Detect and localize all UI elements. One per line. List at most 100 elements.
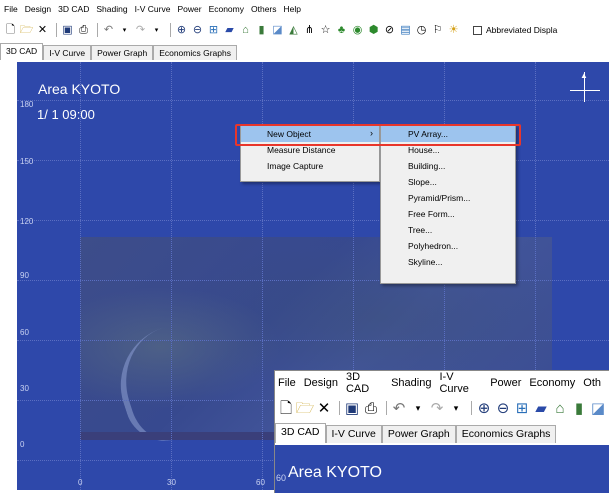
menu-shading[interactable]: Shading — [96, 4, 127, 14]
submenu-item-tree[interactable]: Tree... — [381, 222, 515, 238]
pv-array-icon[interactable]: ▰ — [533, 399, 549, 417]
clock-icon[interactable]: ◷ — [415, 23, 428, 37]
inset-menu-power[interactable]: Power — [490, 377, 521, 389]
save-icon[interactable]: ▣ — [344, 399, 360, 417]
new-object-submenu: PV Array... House... Building... Slope..… — [380, 125, 516, 284]
inset-toolbar: 🗋 🗁 ✕ ▣ ⎙ ↶ ▾ ↷ ▾ ⊕ ⊖ ⊞ ▰ ⌂ ▮ ◪ — [275, 395, 609, 421]
menu-bar: File Design 3D CAD Shading I-V Curve Pow… — [0, 0, 609, 18]
inset-menu-file[interactable]: File — [278, 377, 296, 389]
toolbar-separator — [97, 23, 98, 37]
shading-tool-icon[interactable]: ⚐ — [431, 23, 444, 37]
checkbox-box[interactable] — [473, 25, 482, 35]
tree-icon[interactable]: ♣ — [335, 23, 348, 37]
open-folder-icon[interactable]: 🗁 — [296, 399, 315, 417]
fit-view-icon[interactable]: ⊞ — [207, 23, 220, 37]
inset-menu-others[interactable]: Oth — [583, 377, 601, 389]
main-tabs: 3D CAD I-V Curve Power Graph Economics G… — [0, 43, 237, 60]
polyhedron-icon[interactable]: ⬢ — [367, 23, 380, 37]
zoom-in-icon[interactable]: ⊕ — [175, 23, 188, 37]
open-folder-icon[interactable]: 🗁 — [20, 23, 34, 37]
house-icon[interactable]: ⌂ — [552, 399, 568, 417]
submenu-item-building[interactable]: Building... — [381, 158, 515, 174]
north-compass-icon: ▲ — [570, 71, 600, 102]
submenu-item-slope[interactable]: Slope... — [381, 174, 515, 190]
dropdown-icon[interactable]: ▾ — [410, 399, 426, 417]
zoom-out-icon[interactable]: ⊖ — [495, 399, 511, 417]
dropdown-icon[interactable]: ▾ — [150, 23, 163, 37]
menu-design[interactable]: Design — [25, 4, 51, 14]
submenu-item-free-form[interactable]: Free Form... — [381, 206, 515, 222]
toolbar-separator — [386, 401, 387, 415]
fit-view-icon[interactable]: ⊞ — [514, 399, 530, 417]
menu-others[interactable]: Others — [251, 4, 277, 14]
inset-tabs: 3D CAD I-V Curve Power Graph Economics G… — [275, 423, 609, 443]
submenu-item-skyline[interactable]: Skyline... — [381, 254, 515, 270]
inset-menu-economy[interactable]: Economy — [529, 377, 575, 389]
undo-icon[interactable]: ↶ — [391, 399, 407, 417]
pv-array-icon[interactable]: ▰ — [223, 23, 236, 37]
inset-tab-iv-curve[interactable]: I-V Curve — [325, 425, 382, 443]
menu-power[interactable]: Power — [177, 4, 201, 14]
inset-tab-3d-cad[interactable]: 3D CAD — [275, 423, 326, 443]
menu-file[interactable]: File — [4, 4, 18, 14]
date-time-label: 1/ 1 09:00 — [37, 107, 95, 122]
y-tick-label: 30 — [20, 384, 29, 393]
inset-menu-iv-curve[interactable]: I-V Curve — [439, 371, 482, 395]
inset-menu-3d-cad[interactable]: 3D CAD — [346, 371, 383, 395]
y-tick-label: 0 — [20, 440, 25, 449]
tab-power-graph[interactable]: Power Graph — [91, 45, 154, 60]
abbreviated-display-label: Abbreviated Displa — [486, 25, 558, 35]
slope-icon[interactable]: ◪ — [271, 23, 284, 37]
inset-y-tick-label: 60 — [276, 473, 287, 483]
free-form-icon[interactable]: ⋔ — [303, 23, 316, 37]
redo-icon[interactable]: ↷ — [134, 23, 147, 37]
inset-menu-shading[interactable]: Shading — [391, 377, 431, 389]
inset-tab-economics-graphs[interactable]: Economics Graphs — [455, 425, 557, 443]
y-tick-label: 120 — [20, 217, 34, 226]
dropdown-icon[interactable]: ▾ — [118, 23, 131, 37]
star-icon[interactable]: ☆ — [319, 23, 332, 37]
print-icon[interactable]: ⎙ — [77, 23, 90, 37]
x-tick-label: 60 — [256, 478, 265, 487]
toolbar-separator — [471, 401, 472, 415]
tab-iv-curve[interactable]: I-V Curve — [43, 45, 92, 60]
sphere-icon[interactable]: ◉ — [351, 23, 364, 37]
close-icon[interactable]: ✕ — [36, 23, 49, 37]
x-tick-label: 30 — [167, 478, 176, 487]
save-icon[interactable]: ▣ — [61, 23, 74, 37]
inset-menu-design[interactable]: Design — [304, 377, 338, 389]
dropdown-icon[interactable]: ▾ — [448, 399, 464, 417]
menu-item-image-capture[interactable]: Image Capture — [241, 158, 379, 174]
grid-line — [171, 62, 172, 490]
new-file-icon[interactable]: 🗋 — [4, 23, 17, 37]
submenu-item-pyramid-prism[interactable]: Pyramid/Prism... — [381, 190, 515, 206]
close-icon[interactable]: ✕ — [316, 399, 332, 417]
menu-help[interactable]: Help — [284, 4, 301, 14]
pyramid-icon[interactable]: ◭ — [287, 23, 300, 37]
menu-3d-cad[interactable]: 3D CAD — [58, 4, 89, 14]
zoom-out-icon[interactable]: ⊖ — [191, 23, 204, 37]
slope-icon[interactable]: ◪ — [590, 399, 606, 417]
submenu-item-polyhedron[interactable]: Polyhedron... — [381, 238, 515, 254]
new-file-icon[interactable]: 🗋 — [278, 399, 294, 417]
building-icon[interactable]: ▮ — [255, 23, 268, 37]
sun-path-icon[interactable]: ☀ — [447, 23, 460, 37]
menu-economy[interactable]: Economy — [209, 4, 244, 14]
inset-viewport: 60 Area KYOTO — [275, 445, 609, 493]
building-icon[interactable]: ▮ — [571, 399, 587, 417]
print-icon[interactable]: ⎙ — [363, 399, 379, 417]
callout-highlight-box — [235, 124, 521, 146]
undo-icon[interactable]: ↶ — [102, 23, 115, 37]
y-tick-label: 60 — [20, 328, 29, 337]
image-capture-icon[interactable]: ▤ — [399, 23, 412, 37]
abbreviated-display-checkbox[interactable]: Abbreviated Displa — [473, 25, 557, 35]
skyline-icon[interactable]: ⊘ — [383, 23, 396, 37]
menu-iv-curve[interactable]: I-V Curve — [135, 4, 171, 14]
tab-economics-graphs[interactable]: Economics Graphs — [153, 45, 237, 60]
redo-icon[interactable]: ↷ — [429, 399, 445, 417]
zoom-in-icon[interactable]: ⊕ — [476, 399, 492, 417]
tab-3d-cad[interactable]: 3D CAD — [0, 43, 44, 60]
inset-tab-power-graph[interactable]: Power Graph — [381, 425, 456, 443]
house-icon[interactable]: ⌂ — [239, 23, 252, 37]
grid-line — [17, 340, 609, 341]
